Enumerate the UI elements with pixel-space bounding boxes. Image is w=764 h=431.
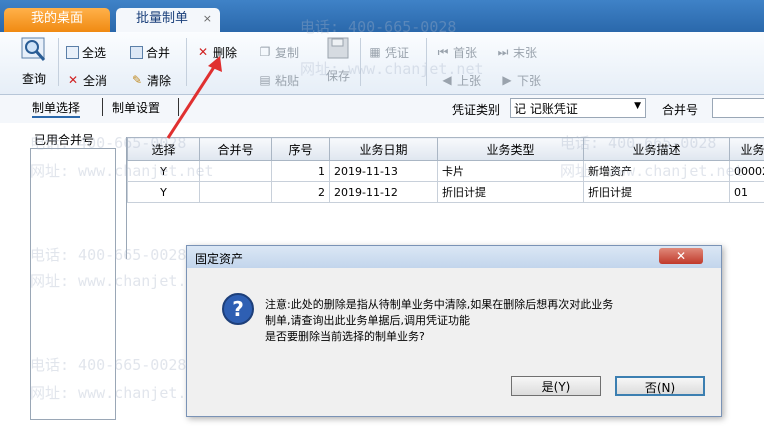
close-icon[interactable]: × xyxy=(203,8,212,30)
merge-no-label: 合并号 xyxy=(662,103,699,117)
cell-type[interactable]: 折旧计提 xyxy=(437,181,584,203)
chevron-down-icon: ▼ xyxy=(634,101,641,111)
magnifier-icon xyxy=(21,37,46,61)
save-icon xyxy=(327,37,349,59)
query-button[interactable]: 查询 xyxy=(12,36,56,88)
voucher-type-select[interactable]: 记 记账凭证 ▼ xyxy=(510,98,646,118)
confirm-dialog: 固定资产 ✕ ? 注意:此处的删除是指从待制单业务中清除,如果在删除后想再次对此… xyxy=(186,245,722,417)
copy-icon: ❐ xyxy=(259,45,271,59)
question-icon: ? xyxy=(222,293,254,325)
col-header[interactable]: 业务描述 xyxy=(583,137,730,161)
cell-date[interactable]: 2019-11-12 xyxy=(329,181,438,203)
voucher-icon: ▦ xyxy=(369,45,381,59)
col-header[interactable]: 业务日期 xyxy=(329,137,438,161)
tab-batch-label: 批量制单 xyxy=(136,11,189,26)
yes-button[interactable]: 是(Y) xyxy=(511,376,601,396)
tab-voucher-select[interactable]: 制单选择 xyxy=(32,99,81,118)
deselect-all-button[interactable]: ✕ 全消 xyxy=(66,70,107,90)
prev-button[interactable]: ◀ 上张 xyxy=(440,70,481,90)
col-header[interactable]: 业务号 xyxy=(729,137,764,161)
voucher-type-label: 凭证类别 xyxy=(452,103,501,117)
last-icon: ⏭ xyxy=(497,45,509,59)
first-label: 首张 xyxy=(453,45,478,60)
table-row[interactable]: Y 1 2019-11-13 卡片 新增资产 00002 xyxy=(127,160,764,182)
cell-seq[interactable]: 2 xyxy=(271,181,330,203)
col-header[interactable]: 业务类型 xyxy=(437,137,584,161)
cell-desc[interactable]: 折旧计提 xyxy=(583,181,730,203)
table-row[interactable]: Y 2 2019-11-12 折旧计提 折旧计提 01 xyxy=(127,181,764,203)
cell-merge-no[interactable] xyxy=(199,181,272,203)
cell-select[interactable]: Y xyxy=(127,160,200,182)
used-merge-no-list[interactable] xyxy=(30,148,116,420)
voucher-button[interactable]: ▦ 凭证 xyxy=(368,42,409,62)
cell-seq[interactable]: 1 xyxy=(271,160,330,182)
annotation-arrow-icon xyxy=(166,56,222,139)
paste-icon: ▤ xyxy=(259,73,271,87)
voucher-label: 凭证 xyxy=(385,45,410,60)
dialog-message-line2: 制单,请查询出此业务单据后,调用凭证功能 xyxy=(265,314,470,327)
col-header[interactable]: 序号 xyxy=(271,137,330,161)
merge-icon xyxy=(130,45,143,59)
tab-bar: 我的桌面 批量制单 × xyxy=(0,0,764,32)
first-button[interactable]: ⏮ 首张 xyxy=(436,42,477,62)
cell-select[interactable]: Y xyxy=(127,181,200,203)
select-all-button[interactable]: 全选 xyxy=(66,42,106,62)
prev-icon: ◀ xyxy=(442,73,452,87)
paste-label: 粘贴 xyxy=(275,73,300,88)
cell-date[interactable]: 2019-11-13 xyxy=(329,160,438,182)
used-merge-no-title: 已用合并号 xyxy=(34,133,95,147)
cell-biz-no[interactable]: 01 xyxy=(729,181,764,203)
no-button[interactable]: 否(N) xyxy=(615,376,705,396)
cell-desc[interactable]: 新增资产 xyxy=(583,160,730,182)
select-all-icon xyxy=(66,45,79,59)
next-icon: ▶ xyxy=(502,73,512,87)
dialog-title-bar: 固定资产 ✕ xyxy=(187,246,721,268)
paste-button[interactable]: ▤ 粘贴 xyxy=(258,70,299,90)
last-label: 末张 xyxy=(513,45,538,60)
query-label: 查询 xyxy=(21,72,46,86)
next-label: 下张 xyxy=(517,73,542,88)
dialog-title: 固定资产 xyxy=(195,252,244,266)
deselect-all-label: 全消 xyxy=(83,73,108,88)
tab-separator xyxy=(102,98,103,116)
voucher-type-value: 记 记账凭证 xyxy=(514,102,578,116)
cell-biz-no[interactable]: 00002 xyxy=(729,160,764,182)
close-icon[interactable]: ✕ xyxy=(659,248,703,264)
cell-type[interactable]: 卡片 xyxy=(437,160,584,182)
copy-button[interactable]: ❐ 复制 xyxy=(258,42,299,62)
prev-label: 上张 xyxy=(457,73,482,88)
first-icon: ⏮ xyxy=(437,45,449,59)
save-button[interactable]: 保存 xyxy=(320,36,356,84)
save-label: 保存 xyxy=(325,69,350,83)
broom-icon: ✎ xyxy=(131,73,143,87)
copy-label: 复制 xyxy=(275,45,300,60)
svg-text:?: ? xyxy=(232,297,244,321)
dialog-message-line3: 是否要删除当前选择的制单业务? xyxy=(265,330,425,343)
tab-voucher-settings[interactable]: 制单设置 xyxy=(112,99,160,116)
cell-merge-no[interactable] xyxy=(199,160,272,182)
last-button[interactable]: ⏭ 末张 xyxy=(496,42,537,62)
next-button[interactable]: ▶ 下张 xyxy=(500,70,541,90)
tab-batch-voucher[interactable]: 批量制单 × xyxy=(116,8,220,32)
deselect-icon: ✕ xyxy=(67,73,79,87)
select-all-label: 全选 xyxy=(82,45,107,60)
merge-no-input[interactable] xyxy=(712,98,764,118)
tab-my-desktop[interactable]: 我的桌面 xyxy=(4,8,110,32)
dialog-message-line1: 注意:此处的删除是指从待制单业务中清除,如果在删除后想再次对此业务 xyxy=(265,298,614,311)
